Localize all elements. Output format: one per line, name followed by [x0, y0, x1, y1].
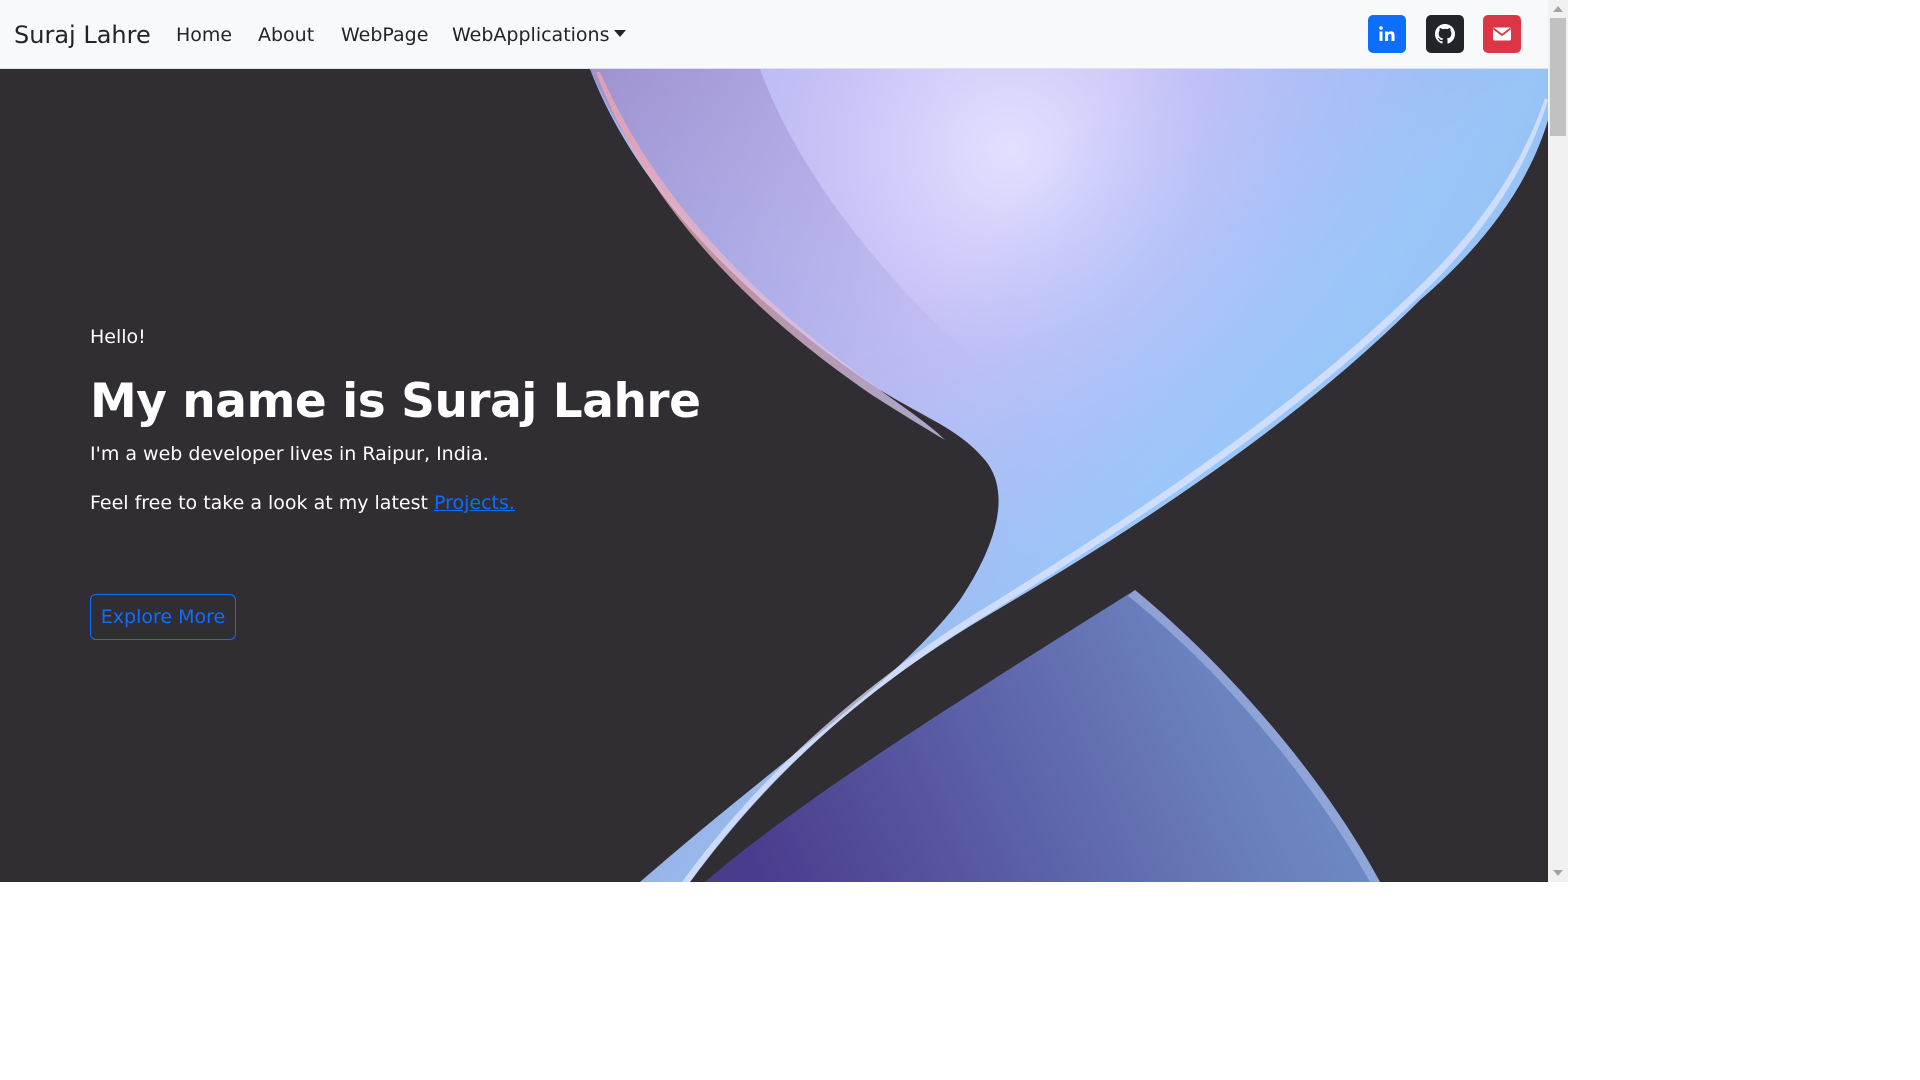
page: Suraj Lahre Home About WebPage WebApplic… — [0, 0, 1568, 882]
hero-background-wave — [590, 69, 1548, 882]
mail-button[interactable] — [1483, 15, 1521, 53]
caret-down-icon — [614, 30, 627, 37]
vertical-scrollbar[interactable] — [1548, 0, 1568, 882]
scroll-up-arrow-icon[interactable] — [1553, 6, 1563, 12]
explore-more-button[interactable]: Explore More — [90, 594, 236, 640]
hero-projects-prefix: Feel free to take a look at my latest — [90, 492, 434, 514]
navbar: Suraj Lahre Home About WebPage WebApplic… — [0, 0, 1548, 69]
hero-subline: I'm a web developer lives in Raipur, Ind… — [90, 443, 489, 465]
mail-icon — [1492, 26, 1512, 42]
github-button[interactable] — [1426, 15, 1464, 53]
scroll-down-arrow-icon[interactable] — [1553, 870, 1563, 876]
projects-link[interactable]: Projects. — [434, 492, 515, 514]
hero-headline: My name is Suraj Lahre — [90, 374, 701, 429]
github-icon — [1435, 24, 1455, 44]
hero-greeting: Hello! — [90, 326, 146, 348]
scrollbar-thumb[interactable] — [1550, 18, 1566, 136]
nav-item-webapplications-dropdown[interactable]: WebApplications — [452, 22, 627, 48]
hero-projects-line: Feel free to take a look at my latest Pr… — [90, 490, 515, 516]
linkedin-icon — [1378, 25, 1396, 43]
nav-item-webapplications-label: WebApplications — [452, 24, 610, 46]
linkedin-button[interactable] — [1368, 15, 1406, 53]
nav-item-home[interactable]: Home — [176, 22, 232, 48]
nav-item-about[interactable]: About — [258, 22, 314, 48]
brand-link[interactable]: Suraj Lahre — [14, 18, 151, 52]
nav-item-webpage[interactable]: WebPage — [341, 22, 428, 48]
